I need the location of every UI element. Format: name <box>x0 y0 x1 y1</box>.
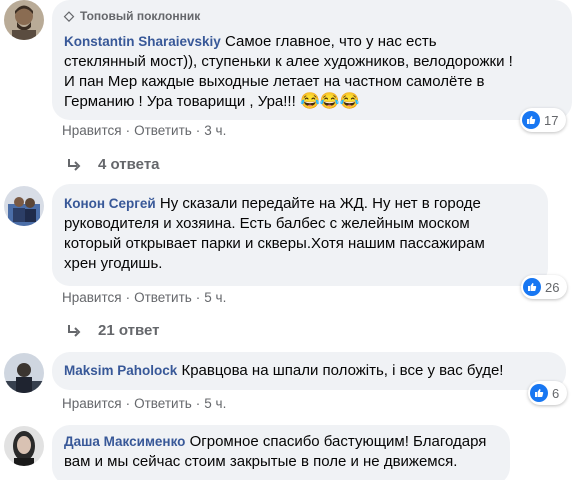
reaction-count[interactable]: 6 <box>528 381 568 405</box>
author-name[interactable]: Даша Максименко <box>64 434 185 449</box>
separator: · <box>195 123 201 138</box>
comment-text: Maksim Paholock Кравцова на шпали положі… <box>64 361 554 381</box>
thumbs-up-icon <box>522 111 540 129</box>
comment-line: руководителя и хозяина. Есть балбес с же… <box>64 215 470 232</box>
reaction-number: 6 <box>552 385 560 401</box>
comment-line: вам и мы сейчас стоим закрытые в поле и … <box>64 453 458 470</box>
replies-count[interactable]: 4 ответа <box>98 156 160 173</box>
reaction-count[interactable]: 26 <box>521 275 568 299</box>
thumbs-up-icon <box>523 278 541 296</box>
timestamp[interactable]: 3 ч. <box>204 123 226 138</box>
comment-line: хрен угодишь. <box>64 255 163 272</box>
reply-link[interactable]: Ответить <box>134 396 192 411</box>
comment-line: Огромное спасибо бастующим! Благодаря <box>189 433 487 450</box>
separator: · <box>195 290 201 305</box>
comment-actions: Нравится · Ответить · 5 ч. <box>62 396 226 411</box>
reply-arrow-icon <box>68 324 81 337</box>
reaction-number: 17 <box>544 112 559 128</box>
diamond-icon: ◇ <box>64 8 74 23</box>
comment-line: Кравцова на шпали положіть, і все у вас … <box>181 362 504 379</box>
reaction-number: 26 <box>545 279 560 295</box>
reply-link[interactable]: Ответить <box>134 290 192 305</box>
like-link[interactable]: Нравится <box>62 396 122 411</box>
author-name[interactable]: Конон Сергей <box>64 196 156 211</box>
top-fan-badge: ◇ Топовый поклонник <box>64 6 560 26</box>
avatar[interactable] <box>4 426 44 466</box>
comment-text: Konstantin Sharaievskiy Самое главное, ч… <box>64 32 560 112</box>
separator: · <box>125 123 131 138</box>
timestamp[interactable]: 5 ч. <box>204 396 226 411</box>
thumbs-up-icon <box>530 384 548 402</box>
separator: · <box>125 290 131 305</box>
reaction-count[interactable]: 17 <box>520 108 567 132</box>
avatar[interactable] <box>4 186 44 226</box>
comment-actions: Нравится · Ответить · 5 ч. <box>62 290 226 305</box>
comment-line: Германию ! Ура товарищи , Ура!!! <box>64 93 296 110</box>
view-replies[interactable]: 21 ответ <box>66 322 160 339</box>
comment-actions: Нравится · Ответить · 3 ч. <box>62 123 226 138</box>
badge-label: Топовый поклонник <box>80 9 201 23</box>
reply-arrow-icon <box>68 158 81 171</box>
like-link[interactable]: Нравится <box>62 290 122 305</box>
avatar[interactable] <box>4 353 44 393</box>
comment-line: Ну сказали передайте на ЖД. Ну нет в гор… <box>159 195 481 212</box>
laughing-emoji-icon: 😂😂😂 <box>299 93 360 110</box>
comment-bubble: Конон Сергей Ну сказали передайте на ЖД.… <box>52 184 548 286</box>
separator: · <box>125 396 131 411</box>
author-name[interactable]: Konstantin Sharaievskiy <box>64 34 221 49</box>
reply-link[interactable]: Ответить <box>134 123 192 138</box>
comment-text: Даша Максименко Огромное спасибо бастующ… <box>64 432 498 472</box>
comment-text: Конон Сергей Ну сказали передайте на ЖД.… <box>64 194 536 274</box>
timestamp[interactable]: 5 ч. <box>204 290 226 305</box>
comment-bubble: ◇ Топовый поклонник Konstantin Sharaievs… <box>52 0 572 120</box>
comment-line: стеклянный мост)), ступеньки к алее худо… <box>64 53 513 70</box>
comment-bubble: Maksim Paholock Кравцова на шпали положі… <box>52 352 566 390</box>
view-replies[interactable]: 4 ответа <box>66 156 160 173</box>
avatar[interactable] <box>4 0 44 40</box>
like-link[interactable]: Нравится <box>62 123 122 138</box>
separator: · <box>195 396 201 411</box>
comment-line: Самое главное, что у нас есть <box>224 33 437 50</box>
comment-bubble: Даша Максименко Огромное спасибо бастующ… <box>52 425 510 480</box>
comment-line: который открывает парки и скверы.Хотя на… <box>64 235 485 252</box>
comment-line: И пан Мер каждые выходные летает на част… <box>64 73 485 90</box>
replies-count[interactable]: 21 ответ <box>98 322 160 339</box>
author-name[interactable]: Maksim Paholock <box>64 363 177 378</box>
